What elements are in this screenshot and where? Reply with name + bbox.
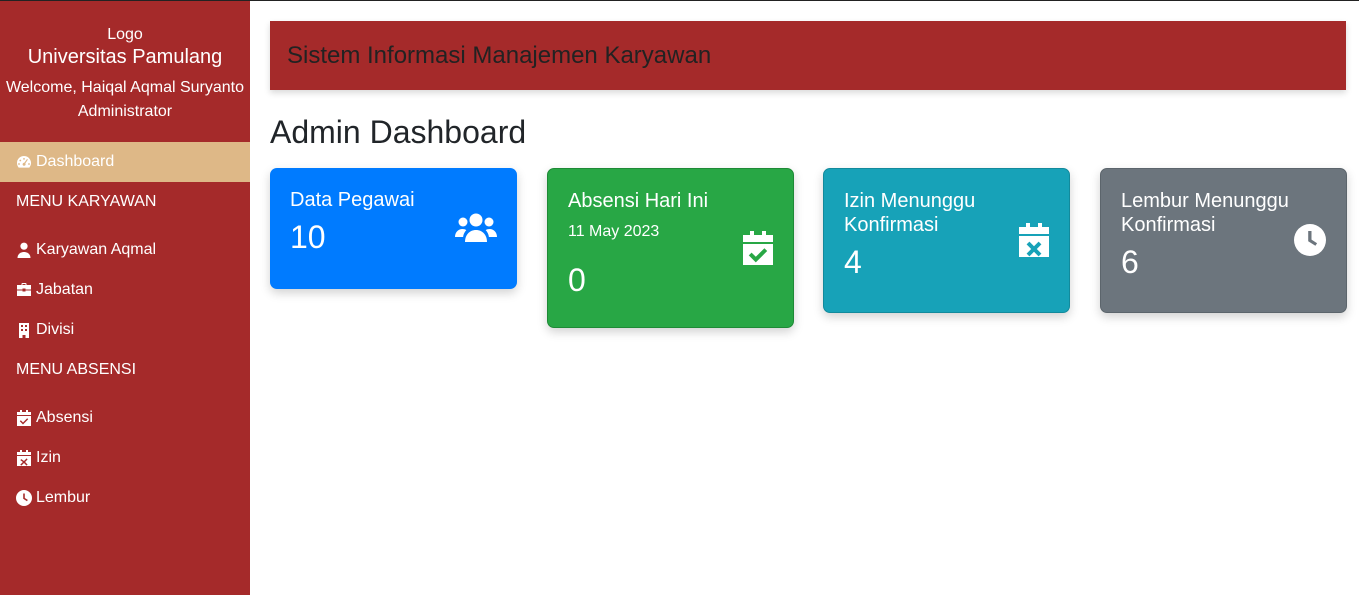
sidebar-item-divisi[interactable]: Divisi <box>0 310 250 350</box>
briefcase-icon <box>16 282 34 298</box>
sidebar-item-label: Lembur <box>36 489 91 506</box>
stat-card-izin-menunggu[interactable]: Izin Menunggu Konfirmasi 4 <box>823 168 1070 313</box>
university-name: Universitas Pamulang <box>27 46 223 68</box>
sidebar-item-label: Dashboard <box>36 153 115 170</box>
menu-karyawan-heading: MENU KARYAWAN <box>16 193 157 210</box>
clock-icon <box>1294 224 1326 261</box>
calendar-check-icon <box>16 410 34 426</box>
sidebar-brand: Logo Universitas Pamulang Welcome, Haiqa… <box>0 1 250 124</box>
sidebar-item-label: Karyawan Aqmal <box>36 241 157 258</box>
menu-absensi-heading: MENU ABSENSI <box>16 361 137 378</box>
sidebar-item-izin[interactable]: Izin <box>0 438 250 478</box>
user-icon <box>16 242 34 258</box>
stat-card-lembur-menunggu[interactable]: Lembur Menunggu Konfirmasi 6 <box>1100 168 1347 313</box>
top-header-bar: Sistem Informasi Manajemen Karyawan <box>270 21 1346 90</box>
card-title: Absensi Hari Ini <box>568 190 709 212</box>
sidebar: Logo Universitas Pamulang Welcome, Haiqa… <box>0 1 250 595</box>
sidebar-item-label: Divisi <box>36 321 75 338</box>
sidebar-item-karyawan[interactable]: Karyawan Aqmal <box>0 230 250 270</box>
building-icon <box>16 322 34 338</box>
clock-icon <box>16 490 34 506</box>
card-title: Data Pegawai <box>290 189 415 211</box>
users-icon <box>455 212 497 249</box>
welcome-text: Welcome, Haiqal Aqmal Suryanto <box>5 79 245 96</box>
logo[interactable]: Logo <box>0 26 250 44</box>
sidebar-item-label: Absensi <box>36 409 93 426</box>
stat-card-data-pegawai[interactable]: Data Pegawai 10 <box>270 168 517 289</box>
stat-card-absensi-hari-ini[interactable]: Absensi Hari Ini 11 May 2023 0 <box>547 168 794 328</box>
dashboard-gauge-icon <box>16 154 34 170</box>
calendar-check-icon <box>743 231 773 270</box>
user-role: Administrator <box>77 103 173 120</box>
sidebar-item-absensi[interactable]: Absensi <box>0 398 250 438</box>
calendar-x-icon <box>1019 223 1049 262</box>
sidebar-nav: Dashboard MENU KARYAWAN Karyawan Aqmal J… <box>0 142 250 518</box>
page-title: Admin Dashboard <box>270 114 527 150</box>
sidebar-item-dashboard[interactable]: Dashboard <box>0 142 250 182</box>
sidebar-item-jabatan[interactable]: Jabatan <box>0 270 250 310</box>
system-title: Sistem Informasi Manajemen Karyawan <box>287 41 712 69</box>
sidebar-item-label: Jabatan <box>36 281 93 298</box>
calendar-x-icon <box>16 450 34 466</box>
sidebar-item-lembur[interactable]: Lembur <box>0 478 250 518</box>
sidebar-item-label: Izin <box>36 449 61 466</box>
